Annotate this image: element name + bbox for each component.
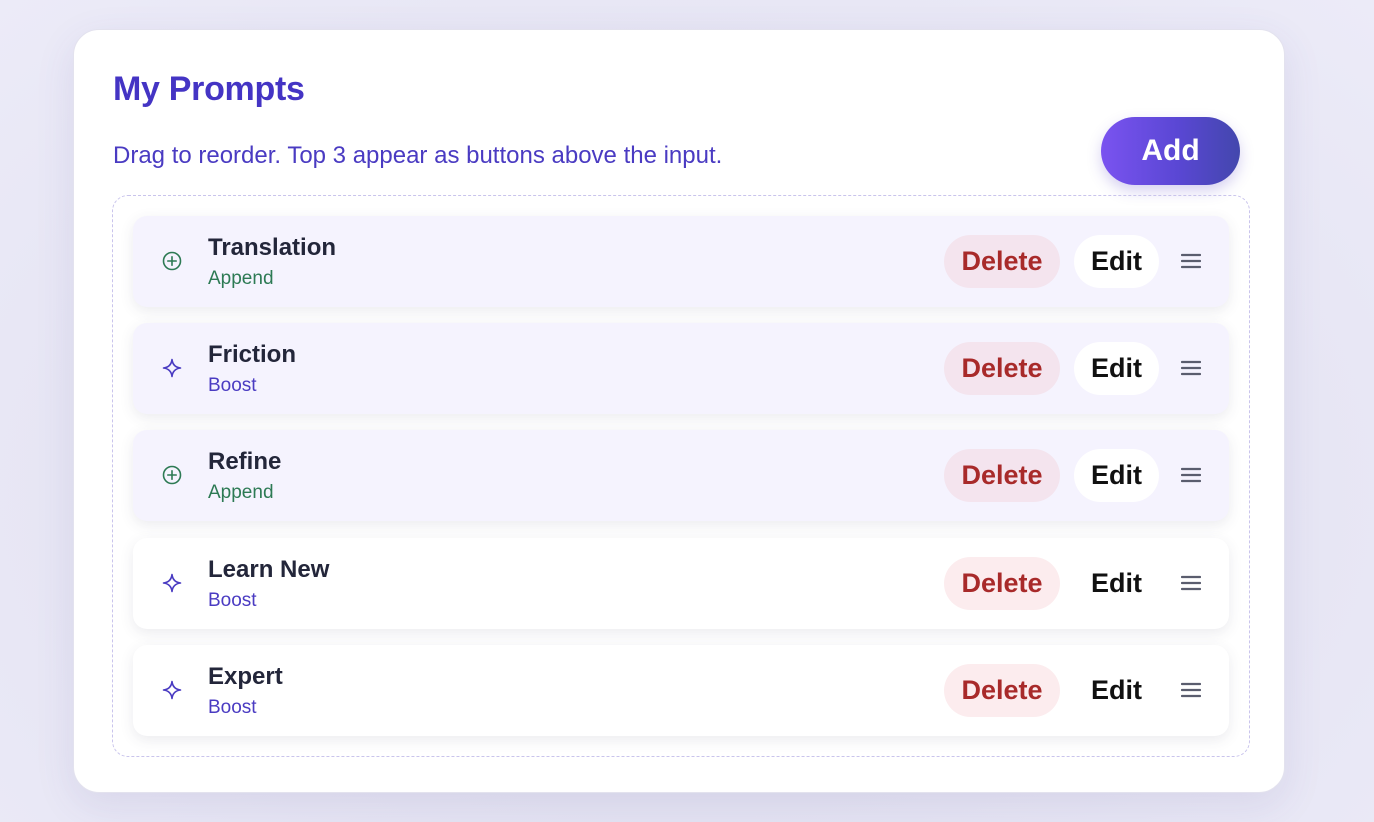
edit-button[interactable]: Edit — [1074, 342, 1159, 395]
delete-button[interactable]: Delete — [944, 342, 1060, 395]
prompt-name: Translation — [208, 234, 337, 261]
prompt-type: Append — [208, 482, 274, 503]
prompt-name: Learn New — [208, 556, 330, 583]
delete-button[interactable]: Delete — [944, 449, 1060, 502]
prompt-row[interactable]: Friction Boost Delete Edit — [133, 323, 1229, 414]
prompt-type: Boost — [208, 697, 257, 718]
prompt-type: Append — [208, 268, 274, 289]
prompt-row[interactable]: Translation Append Delete Edit — [133, 216, 1229, 307]
page-title: My Prompts — [113, 70, 305, 108]
prompt-name: Friction — [208, 341, 296, 368]
prompt-name: Refine — [208, 448, 282, 475]
edit-button[interactable]: Edit — [1074, 449, 1159, 502]
add-button[interactable]: Add — [1101, 117, 1240, 185]
prompt-type: Boost — [208, 590, 257, 611]
edit-button[interactable]: Edit — [1074, 557, 1159, 610]
drag-handle-icon[interactable] — [1180, 252, 1202, 270]
sparkle-icon — [161, 357, 183, 379]
sparkle-icon — [161, 679, 183, 701]
delete-button[interactable]: Delete — [944, 235, 1060, 288]
delete-button[interactable]: Delete — [944, 664, 1060, 717]
sparkle-icon — [161, 572, 183, 594]
edit-button[interactable]: Edit — [1074, 664, 1159, 717]
prompt-row[interactable]: Expert Boost Delete Edit — [133, 645, 1229, 736]
prompts-card: My Prompts Drag to reorder. Top 3 appear… — [73, 29, 1285, 793]
prompt-row[interactable]: Refine Append Delete Edit — [133, 430, 1229, 521]
drag-handle-icon[interactable] — [1180, 574, 1202, 592]
prompt-type: Boost — [208, 375, 257, 396]
prompt-name: Expert — [208, 663, 283, 690]
plus-circle-icon — [161, 250, 183, 272]
page-subtitle: Drag to reorder. Top 3 appear as buttons… — [113, 142, 723, 169]
prompt-list: Translation Append Delete Edit Friction … — [112, 195, 1250, 757]
drag-handle-icon[interactable] — [1180, 681, 1202, 699]
drag-handle-icon[interactable] — [1180, 359, 1202, 377]
edit-button[interactable]: Edit — [1074, 235, 1159, 288]
plus-circle-icon — [161, 464, 183, 486]
prompt-row[interactable]: Learn New Boost Delete Edit — [133, 538, 1229, 629]
delete-button[interactable]: Delete — [944, 557, 1060, 610]
drag-handle-icon[interactable] — [1180, 466, 1202, 484]
